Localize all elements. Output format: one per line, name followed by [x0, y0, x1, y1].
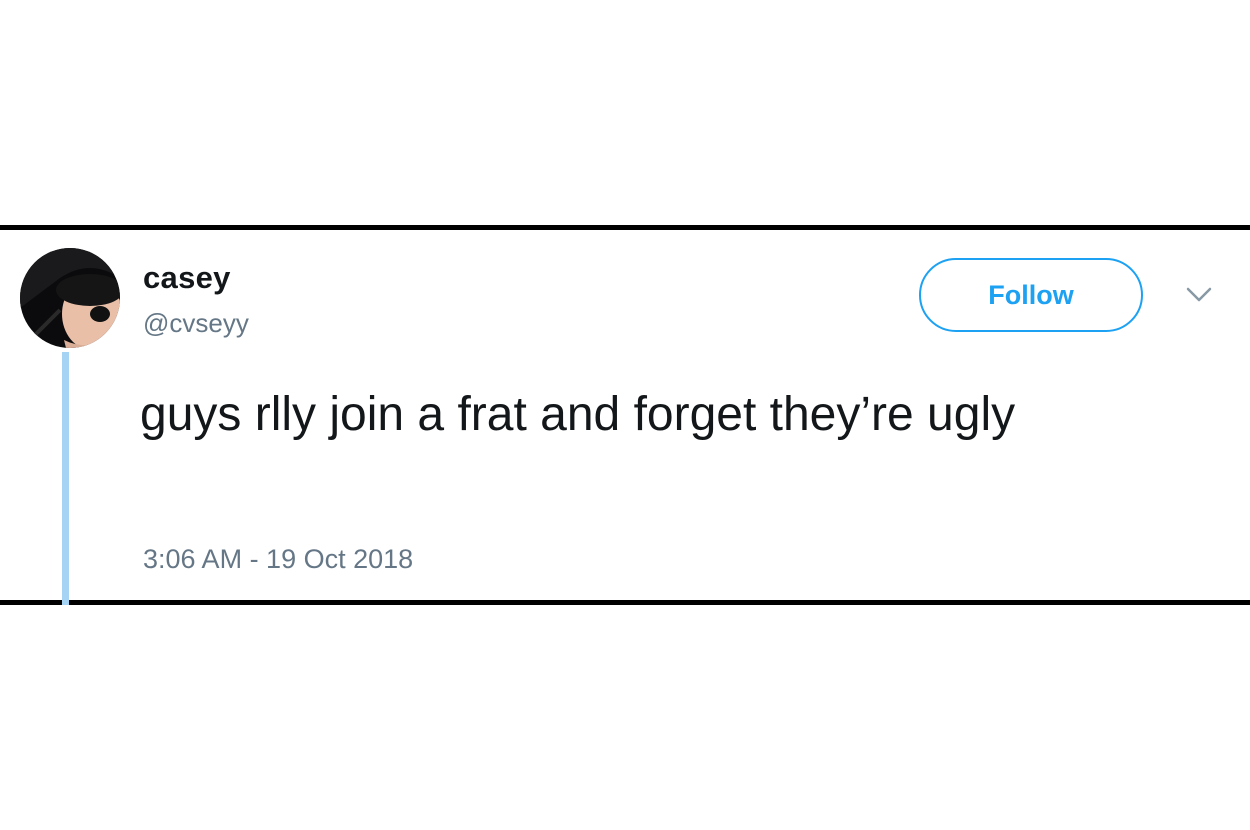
avatar-photo [20, 248, 120, 348]
tweet-text: guys rlly join a frat and forget they’re… [140, 388, 1016, 441]
avatar[interactable] [20, 248, 120, 348]
tweet-card: casey @cvseyy Follow guys rlly join a fr… [0, 225, 1250, 605]
tweet-timestamp[interactable]: 3:06 AM - 19 Oct 2018 [143, 544, 413, 575]
follow-button[interactable]: Follow [919, 258, 1143, 332]
thread-line [62, 352, 69, 605]
author-display-name[interactable]: casey [143, 260, 231, 296]
chevron-down-icon[interactable] [1183, 282, 1215, 306]
author-handle[interactable]: @cvseyy [143, 308, 249, 339]
